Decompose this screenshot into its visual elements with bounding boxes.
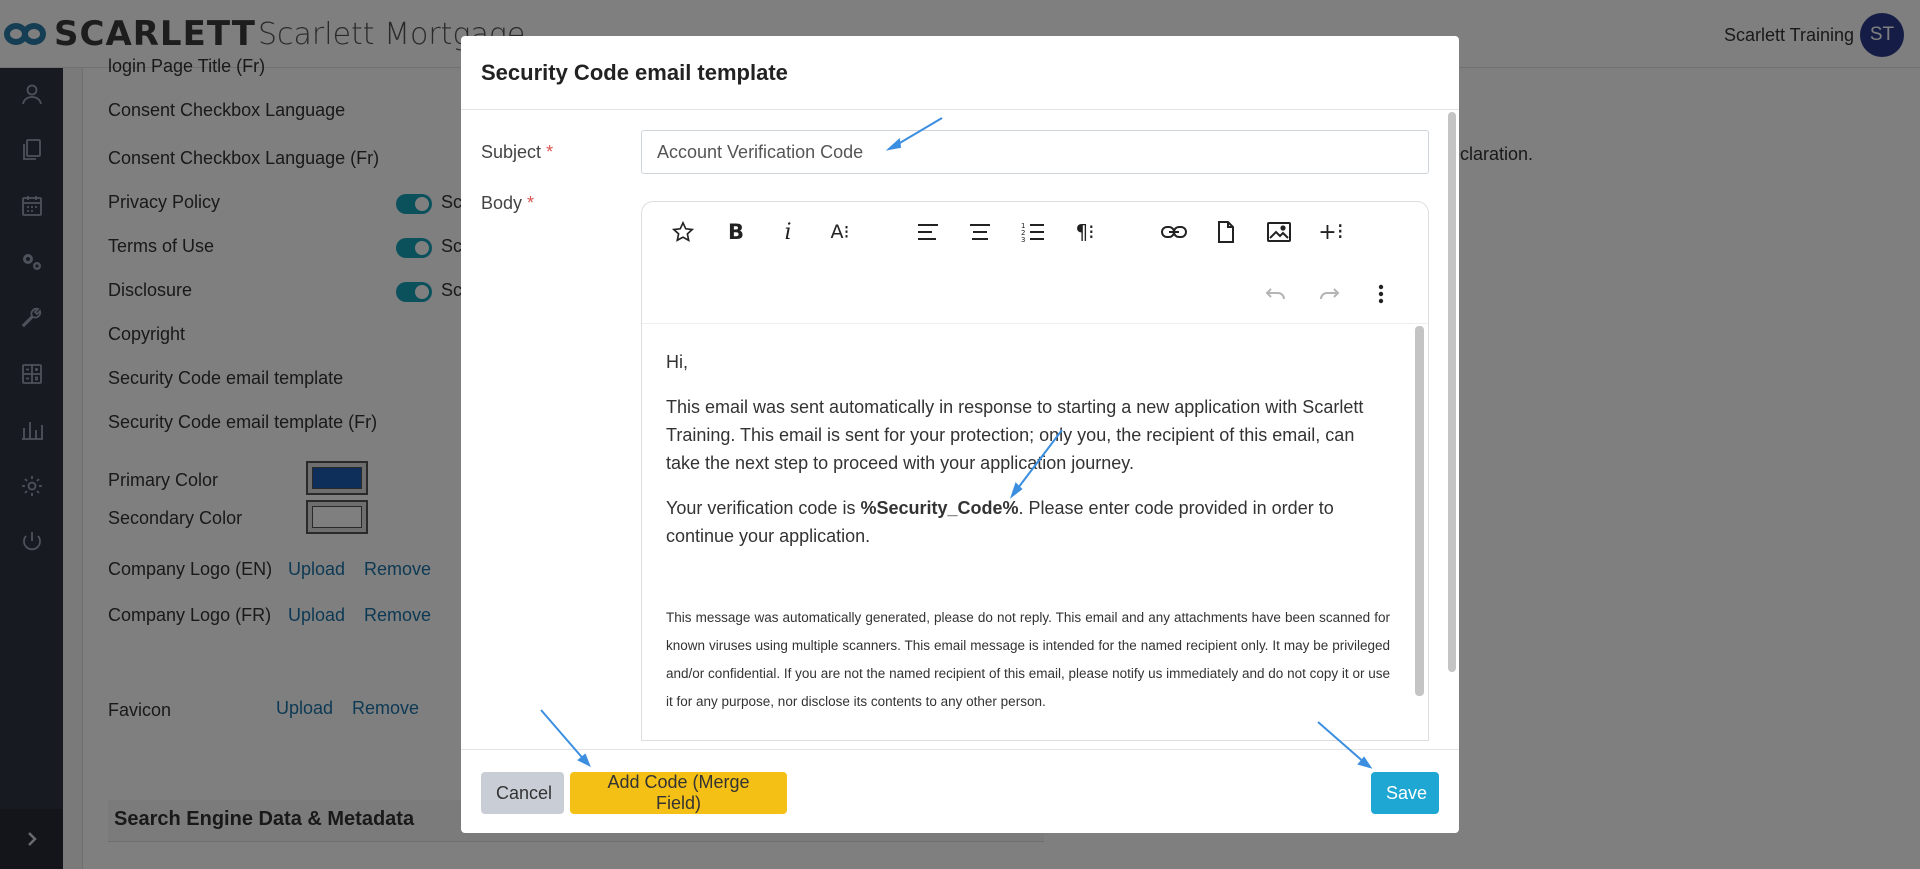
text-size-icon[interactable]: A⁝ xyxy=(822,214,858,250)
subject-input[interactable] xyxy=(641,130,1429,174)
insert-more-icon[interactable]: +⁝ xyxy=(1313,214,1349,250)
editor-toolbar-secondary xyxy=(642,268,1428,324)
security-code-template-modal: Security Code email template Subject * B… xyxy=(461,36,1459,833)
star-icon[interactable] xyxy=(665,214,701,250)
more-vertical-icon[interactable] xyxy=(1363,276,1399,312)
modal-scrollbar[interactable] xyxy=(1448,112,1456,672)
body-paragraph: This email was sent automatically in res… xyxy=(666,397,1364,473)
bold-icon[interactable]: B xyxy=(718,214,754,250)
cancel-button[interactable]: Cancel xyxy=(481,772,564,814)
redo-icon[interactable] xyxy=(1311,276,1347,312)
save-button[interactable]: Save xyxy=(1371,772,1439,814)
greeting: Hi, xyxy=(666,352,688,372)
modal-header: Security Code email template xyxy=(461,36,1459,110)
rich-text-editor: B i A⁝ 123 ¶⁝ +⁝ Hi, This email was sent… xyxy=(641,201,1429,741)
image-icon[interactable] xyxy=(1261,214,1297,250)
email-body-content[interactable]: Hi, This email was sent automatically in… xyxy=(642,326,1414,740)
subject-label: Subject * xyxy=(481,142,554,162)
ordered-list-icon[interactable]: 123 xyxy=(1015,214,1051,250)
paragraph-icon[interactable]: ¶⁝ xyxy=(1067,214,1103,250)
security-code-merge-field: %Security_Code% xyxy=(860,498,1019,518)
svg-text:3: 3 xyxy=(1021,236,1025,243)
verification-paragraph: Your verification code is %Security_Code… xyxy=(666,498,1334,546)
modal-footer: Cancel Add Code (Merge Field) Save xyxy=(461,749,1459,833)
undo-icon[interactable] xyxy=(1258,276,1294,312)
align-left-icon[interactable] xyxy=(910,214,946,250)
modal-title: Security Code email template xyxy=(481,60,788,85)
body-label: Body * xyxy=(481,193,535,213)
disclaimer: This message was automatically generated… xyxy=(666,610,1390,709)
link-icon[interactable] xyxy=(1156,214,1192,250)
file-icon[interactable] xyxy=(1208,214,1244,250)
editor-toolbar: B i A⁝ 123 ¶⁝ +⁝ xyxy=(642,202,1428,268)
italic-icon[interactable]: i xyxy=(770,214,806,250)
editor-scrollbar[interactable] xyxy=(1415,326,1424,696)
add-code-merge-field-button[interactable]: Add Code (Merge Field) xyxy=(570,772,787,814)
align-center-icon[interactable] xyxy=(962,214,998,250)
